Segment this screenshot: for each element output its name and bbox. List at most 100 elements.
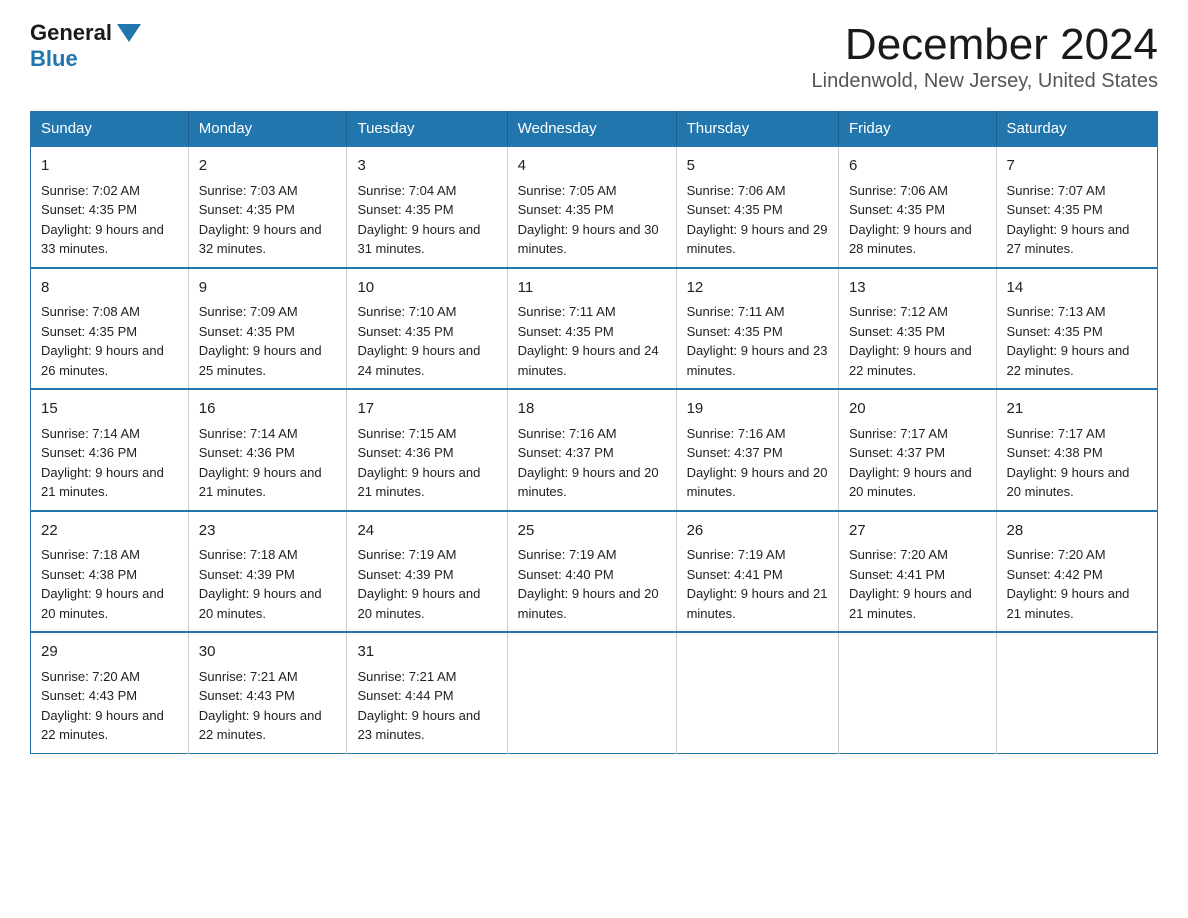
calendar-day-cell: 26 Sunrise: 7:19 AMSunset: 4:41 PMDaylig… xyxy=(676,511,838,633)
day-info: Sunrise: 7:06 AMSunset: 4:35 PMDaylight:… xyxy=(849,183,972,257)
calendar-day-cell: 16 Sunrise: 7:14 AMSunset: 4:36 PMDaylig… xyxy=(188,389,347,511)
calendar-day-cell: 12 Sunrise: 7:11 AMSunset: 4:35 PMDaylig… xyxy=(676,268,838,390)
header-friday: Friday xyxy=(838,112,996,147)
header-sunday: Sunday xyxy=(31,112,189,147)
day-number: 11 xyxy=(518,277,666,300)
day-number: 7 xyxy=(1007,155,1147,178)
calendar-week-row: 15 Sunrise: 7:14 AMSunset: 4:36 PMDaylig… xyxy=(31,389,1158,511)
day-number: 14 xyxy=(1007,277,1147,300)
calendar-day-cell xyxy=(838,632,996,753)
day-info: Sunrise: 7:18 AMSunset: 4:38 PMDaylight:… xyxy=(41,547,164,621)
day-info: Sunrise: 7:16 AMSunset: 4:37 PMDaylight:… xyxy=(518,426,659,500)
day-number: 18 xyxy=(518,398,666,421)
day-number: 15 xyxy=(41,398,178,421)
calendar-day-cell: 10 Sunrise: 7:10 AMSunset: 4:35 PMDaylig… xyxy=(347,268,507,390)
calendar-day-cell: 7 Sunrise: 7:07 AMSunset: 4:35 PMDayligh… xyxy=(996,146,1157,268)
header-tuesday: Tuesday xyxy=(347,112,507,147)
calendar-week-row: 22 Sunrise: 7:18 AMSunset: 4:38 PMDaylig… xyxy=(31,511,1158,633)
calendar-day-cell: 21 Sunrise: 7:17 AMSunset: 4:38 PMDaylig… xyxy=(996,389,1157,511)
calendar-day-cell: 13 Sunrise: 7:12 AMSunset: 4:35 PMDaylig… xyxy=(838,268,996,390)
day-info: Sunrise: 7:20 AMSunset: 4:42 PMDaylight:… xyxy=(1007,547,1130,621)
day-number: 16 xyxy=(199,398,337,421)
day-number: 26 xyxy=(687,520,828,543)
day-info: Sunrise: 7:15 AMSunset: 4:36 PMDaylight:… xyxy=(357,426,480,500)
day-info: Sunrise: 7:18 AMSunset: 4:39 PMDaylight:… xyxy=(199,547,322,621)
day-info: Sunrise: 7:16 AMSunset: 4:37 PMDaylight:… xyxy=(687,426,828,500)
day-number: 2 xyxy=(199,155,337,178)
header-saturday: Saturday xyxy=(996,112,1157,147)
day-number: 28 xyxy=(1007,520,1147,543)
day-number: 8 xyxy=(41,277,178,300)
day-number: 24 xyxy=(357,520,496,543)
day-info: Sunrise: 7:08 AMSunset: 4:35 PMDaylight:… xyxy=(41,304,164,378)
calendar-week-row: 1 Sunrise: 7:02 AMSunset: 4:35 PMDayligh… xyxy=(31,146,1158,268)
calendar-day-cell: 23 Sunrise: 7:18 AMSunset: 4:39 PMDaylig… xyxy=(188,511,347,633)
day-number: 20 xyxy=(849,398,986,421)
calendar-day-cell: 28 Sunrise: 7:20 AMSunset: 4:42 PMDaylig… xyxy=(996,511,1157,633)
calendar-day-cell: 6 Sunrise: 7:06 AMSunset: 4:35 PMDayligh… xyxy=(838,146,996,268)
calendar-day-cell: 27 Sunrise: 7:20 AMSunset: 4:41 PMDaylig… xyxy=(838,511,996,633)
day-info: Sunrise: 7:11 AMSunset: 4:35 PMDaylight:… xyxy=(687,304,828,378)
logo-triangle-icon xyxy=(117,24,141,42)
header-monday: Monday xyxy=(188,112,347,147)
month-year-title: December 2024 xyxy=(812,20,1158,70)
calendar-day-cell: 3 Sunrise: 7:04 AMSunset: 4:35 PMDayligh… xyxy=(347,146,507,268)
day-number: 1 xyxy=(41,155,178,178)
calendar-day-cell: 9 Sunrise: 7:09 AMSunset: 4:35 PMDayligh… xyxy=(188,268,347,390)
day-number: 31 xyxy=(357,641,496,664)
day-info: Sunrise: 7:07 AMSunset: 4:35 PMDaylight:… xyxy=(1007,183,1130,257)
location-subtitle: Lindenwold, New Jersey, United States xyxy=(812,70,1158,93)
day-number: 9 xyxy=(199,277,337,300)
calendar-day-cell: 19 Sunrise: 7:16 AMSunset: 4:37 PMDaylig… xyxy=(676,389,838,511)
calendar-day-cell: 4 Sunrise: 7:05 AMSunset: 4:35 PMDayligh… xyxy=(507,146,676,268)
day-info: Sunrise: 7:02 AMSunset: 4:35 PMDaylight:… xyxy=(41,183,164,257)
day-info: Sunrise: 7:21 AMSunset: 4:43 PMDaylight:… xyxy=(199,669,322,743)
logo-blue-text: Blue xyxy=(30,46,78,72)
calendar-day-cell xyxy=(676,632,838,753)
calendar-day-cell xyxy=(996,632,1157,753)
calendar-day-cell: 2 Sunrise: 7:03 AMSunset: 4:35 PMDayligh… xyxy=(188,146,347,268)
day-number: 23 xyxy=(199,520,337,543)
day-info: Sunrise: 7:19 AMSunset: 4:39 PMDaylight:… xyxy=(357,547,480,621)
day-number: 25 xyxy=(518,520,666,543)
day-info: Sunrise: 7:11 AMSunset: 4:35 PMDaylight:… xyxy=(518,304,659,378)
day-info: Sunrise: 7:10 AMSunset: 4:35 PMDaylight:… xyxy=(357,304,480,378)
day-number: 19 xyxy=(687,398,828,421)
calendar-day-cell: 20 Sunrise: 7:17 AMSunset: 4:37 PMDaylig… xyxy=(838,389,996,511)
day-number: 29 xyxy=(41,641,178,664)
logo-general: General xyxy=(30,20,141,46)
day-info: Sunrise: 7:20 AMSunset: 4:43 PMDaylight:… xyxy=(41,669,164,743)
day-number: 13 xyxy=(849,277,986,300)
day-info: Sunrise: 7:06 AMSunset: 4:35 PMDaylight:… xyxy=(687,183,828,257)
day-info: Sunrise: 7:14 AMSunset: 4:36 PMDaylight:… xyxy=(41,426,164,500)
day-info: Sunrise: 7:04 AMSunset: 4:35 PMDaylight:… xyxy=(357,183,480,257)
day-info: Sunrise: 7:19 AMSunset: 4:41 PMDaylight:… xyxy=(687,547,828,621)
calendar-day-cell: 5 Sunrise: 7:06 AMSunset: 4:35 PMDayligh… xyxy=(676,146,838,268)
header-thursday: Thursday xyxy=(676,112,838,147)
logo-general-text: General xyxy=(30,20,112,46)
day-info: Sunrise: 7:12 AMSunset: 4:35 PMDaylight:… xyxy=(849,304,972,378)
calendar-day-cell: 17 Sunrise: 7:15 AMSunset: 4:36 PMDaylig… xyxy=(347,389,507,511)
day-info: Sunrise: 7:17 AMSunset: 4:37 PMDaylight:… xyxy=(849,426,972,500)
day-number: 17 xyxy=(357,398,496,421)
title-block: December 2024 Lindenwold, New Jersey, Un… xyxy=(812,20,1158,93)
day-info: Sunrise: 7:05 AMSunset: 4:35 PMDaylight:… xyxy=(518,183,659,257)
calendar-week-row: 29 Sunrise: 7:20 AMSunset: 4:43 PMDaylig… xyxy=(31,632,1158,753)
day-number: 12 xyxy=(687,277,828,300)
day-number: 5 xyxy=(687,155,828,178)
calendar-day-cell xyxy=(507,632,676,753)
calendar-day-cell: 8 Sunrise: 7:08 AMSunset: 4:35 PMDayligh… xyxy=(31,268,189,390)
day-info: Sunrise: 7:03 AMSunset: 4:35 PMDaylight:… xyxy=(199,183,322,257)
calendar-day-cell: 30 Sunrise: 7:21 AMSunset: 4:43 PMDaylig… xyxy=(188,632,347,753)
calendar-day-cell: 24 Sunrise: 7:19 AMSunset: 4:39 PMDaylig… xyxy=(347,511,507,633)
day-number: 4 xyxy=(518,155,666,178)
calendar-day-cell: 31 Sunrise: 7:21 AMSunset: 4:44 PMDaylig… xyxy=(347,632,507,753)
day-info: Sunrise: 7:14 AMSunset: 4:36 PMDaylight:… xyxy=(199,426,322,500)
day-info: Sunrise: 7:19 AMSunset: 4:40 PMDaylight:… xyxy=(518,547,659,621)
page-header: General Blue December 2024 Lindenwold, N… xyxy=(30,20,1158,93)
calendar-day-cell: 25 Sunrise: 7:19 AMSunset: 4:40 PMDaylig… xyxy=(507,511,676,633)
day-number: 30 xyxy=(199,641,337,664)
day-info: Sunrise: 7:21 AMSunset: 4:44 PMDaylight:… xyxy=(357,669,480,743)
day-number: 21 xyxy=(1007,398,1147,421)
calendar-day-cell: 14 Sunrise: 7:13 AMSunset: 4:35 PMDaylig… xyxy=(996,268,1157,390)
